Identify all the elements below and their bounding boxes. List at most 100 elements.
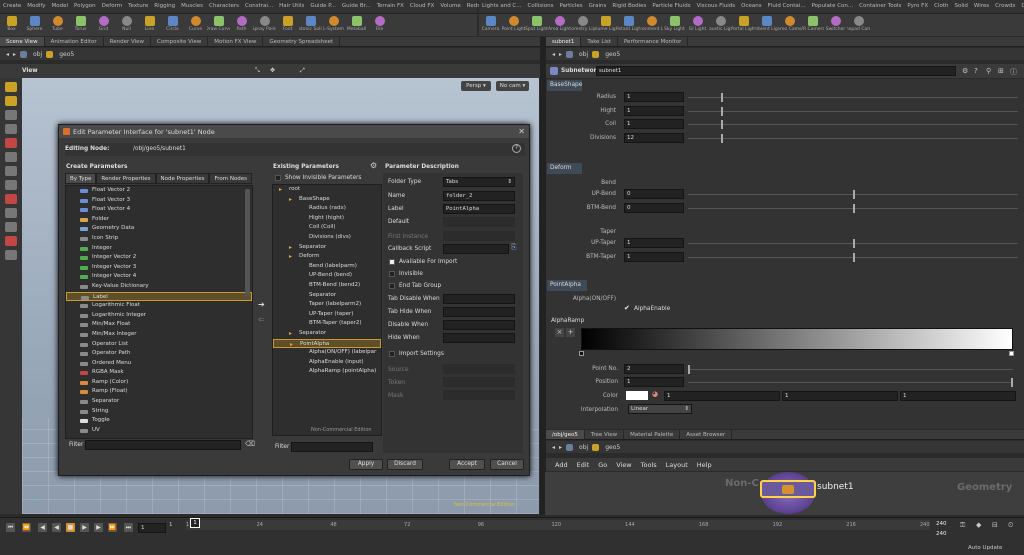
param-slider-btm-bend[interactable] — [688, 203, 1018, 213]
channel-icon[interactable]: ⊟ — [992, 521, 998, 529]
tab-disable-when-field[interactable] — [443, 294, 515, 304]
interpolation-select[interactable]: Linear ⇕ — [628, 404, 692, 414]
frame-ruler[interactable]: 1 24 48 72 96 120 144 168 192 216 240 — [186, 520, 930, 530]
disable-when-field[interactable] — [443, 320, 515, 330]
snap-tool-icon[interactable] — [5, 208, 17, 218]
tab-deform[interactable]: Deform — [547, 163, 582, 174]
help-icon[interactable]: ? — [974, 67, 978, 75]
end-frame-2[interactable]: 240 — [936, 531, 947, 537]
param-type-integer-vector-2[interactable]: Integer Vector 2 — [66, 253, 252, 263]
tool-font[interactable]: Font — [276, 14, 299, 36]
shelf-tab-lights-and-c[interactable]: Lights and C... — [479, 0, 525, 13]
tool-camera[interactable]: Camera — [479, 14, 502, 36]
shelf-tab-constrai[interactable]: Constrai... — [242, 0, 276, 13]
tool-circle[interactable]: Circle — [161, 14, 184, 36]
tool-distant-light[interactable]: Distant Light — [617, 14, 640, 36]
tool-point-light[interactable]: Point Light — [502, 14, 525, 36]
step-forward-icon[interactable]: ▶ — [94, 523, 103, 532]
tool-sphere[interactable]: Sphere — [23, 14, 46, 36]
info-icon[interactable]: ⓘ — [1010, 67, 1017, 77]
tool-gi-light[interactable]: GI Light — [686, 14, 709, 36]
tool-caustic-light[interactable]: Caustic Light — [709, 14, 732, 36]
prev-key-icon[interactable]: ⏪ — [22, 523, 31, 532]
param-type-uv[interactable]: UV — [66, 426, 252, 436]
back-icon[interactable]: ◂ — [552, 444, 555, 451]
tree-item-up-bend-bend[interactable]: UP-Bend (bend) — [273, 271, 381, 281]
folder-type-select[interactable]: Tabs ⇕ — [443, 177, 515, 187]
tree-item-coil-coil[interactable]: Coil (Coil) — [273, 223, 381, 233]
magnet-red-icon[interactable] — [5, 236, 17, 246]
param-type-float-vector-2[interactable]: Float Vector 2 — [66, 186, 252, 196]
menu-view[interactable]: View — [616, 461, 631, 471]
param-field-btm-bend[interactable]: 0 — [624, 202, 684, 213]
point-no-field[interactable]: 2 — [624, 364, 684, 374]
pin-icon[interactable]: ⚲ — [986, 67, 991, 75]
menu-tools[interactable]: Tools — [641, 461, 657, 471]
shelf-tab-crowds[interactable]: Crowds — [992, 0, 1018, 13]
menu-help[interactable]: Help — [697, 461, 712, 471]
param-slider-divisions[interactable] — [688, 133, 1018, 143]
persp-menu[interactable]: Persp ▾ — [461, 81, 491, 91]
create-tab-by-type[interactable]: By Type — [65, 173, 97, 184]
param-type-ordered-menu[interactable]: Ordered Menu — [66, 359, 252, 369]
shelf-tab-guide-br[interactable]: Guide Br... — [339, 0, 374, 13]
tree-item-deform[interactable]: ▸ Deform — [273, 252, 381, 262]
position-slider[interactable] — [688, 378, 1013, 387]
remove-param-arrow-icon[interactable]: ⇐ — [258, 315, 265, 324]
tool-spot-light[interactable]: Spot Light — [525, 14, 548, 36]
tree-item-hight-hight[interactable]: Hight (hight) — [273, 214, 381, 224]
scale-tool-icon[interactable] — [5, 124, 17, 134]
shelf-tab-cloud-fx[interactable]: Cloud FX — [407, 0, 437, 13]
name-field[interactable]: folder_2 — [443, 191, 515, 201]
tool-tube[interactable]: Tube — [46, 14, 69, 36]
hide-when-field[interactable] — [443, 333, 515, 343]
discard-button[interactable]: Discard — [387, 459, 423, 470]
tool-box[interactable]: Box — [0, 14, 23, 36]
param-type-label[interactable]: Label — [66, 291, 252, 302]
slider-knob[interactable] — [853, 239, 855, 248]
menu-go[interactable]: Go — [598, 461, 607, 471]
menu-edit[interactable]: Edit — [577, 461, 590, 471]
tool-environment-light[interactable]: Environment Light — [640, 14, 663, 36]
param-type-operator-list[interactable]: Operator List — [66, 340, 252, 350]
play-icon[interactable]: ▶ — [80, 523, 89, 532]
keyframe-icon[interactable]: ◆ — [976, 521, 981, 529]
param-slider-btm-taper[interactable] — [688, 252, 1018, 262]
shelf-tab-rigid-bodies[interactable]: Rigid Bodies — [609, 0, 649, 13]
current-frame-field[interactable]: 1 — [138, 523, 166, 533]
tumble-icon[interactable]: ⤡ — [255, 67, 260, 75]
color-g-field[interactable]: 1 — [782, 391, 898, 401]
tree-item-baseshape[interactable]: ▸ BaseShape — [273, 195, 381, 205]
tool-l-system[interactable]: L-System — [322, 14, 345, 36]
tool-line[interactable]: Line — [138, 14, 161, 36]
script-icon[interactable]: ⎘ — [511, 243, 517, 252]
param-slider-up-bend[interactable] — [688, 190, 1018, 199]
forward-icon[interactable]: ▸ — [559, 51, 562, 58]
tool-vr-camera[interactable]: VR Camera — [801, 14, 824, 36]
camera-menu[interactable]: No cam ▾ — [496, 81, 529, 91]
tool-volume-light[interactable]: Volume Light — [594, 14, 617, 36]
tab-scene-view[interactable]: Scene View — [0, 37, 45, 46]
tab-subnet1[interactable]: subnet1 — [546, 37, 582, 46]
shelf-tab-particles[interactable]: Particles — [556, 0, 585, 13]
callback-field[interactable] — [443, 244, 509, 254]
color-swatch[interactable] — [626, 391, 648, 400]
param-type-min-max-float[interactable]: Min/Max Float — [66, 320, 252, 330]
apply-button[interactable]: Apply — [349, 459, 383, 470]
slider-knob[interactable] — [721, 93, 723, 102]
slider-knob[interactable] — [853, 190, 855, 199]
create-tab-from-nodes[interactable]: From Nodes — [209, 173, 253, 184]
cancel-button[interactable]: Cancel — [490, 459, 524, 470]
param-slider-coil[interactable] — [688, 120, 1018, 129]
tree-item-btm-bend-bend2[interactable]: BTM-Bend (bend2) — [273, 281, 381, 291]
display-options-icon[interactable] — [5, 250, 17, 260]
back-icon[interactable]: ◂ — [552, 51, 555, 58]
slider-knob[interactable] — [721, 106, 723, 116]
param-type-string[interactable]: String — [66, 407, 252, 417]
param-field-radius[interactable]: 1 — [624, 92, 684, 102]
playhead[interactable]: 1 — [190, 518, 200, 528]
gear-icon[interactable]: ⚙ — [962, 67, 968, 75]
tab-hide-when-field[interactable] — [443, 307, 515, 317]
shelf-tab-grains[interactable]: Grains — [586, 0, 610, 13]
right-path-geo[interactable]: geo5 — [605, 51, 620, 58]
